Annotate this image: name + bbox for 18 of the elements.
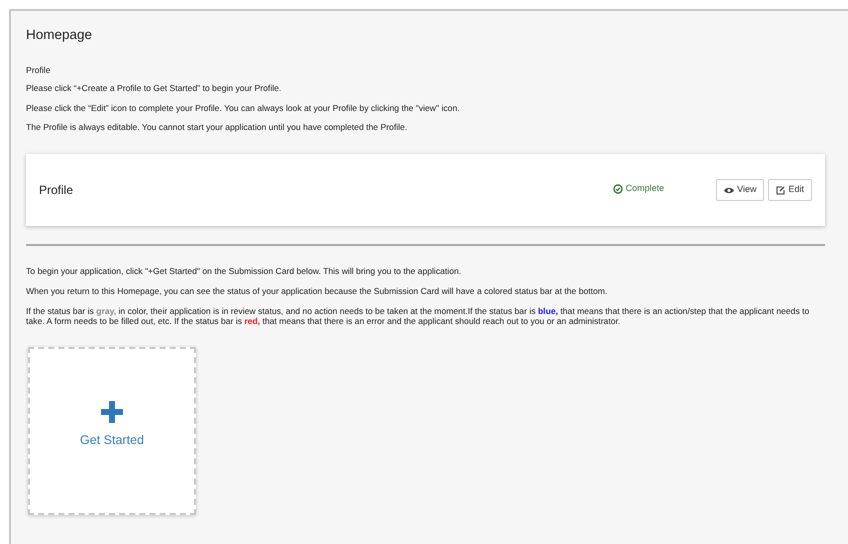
view-button[interactable]: View: [716, 179, 764, 201]
section-heading: Profile: [26, 65, 52, 76]
instruction-text: Please click “+Create a Profile to Get Started” to begin your Profile.: [26, 82, 282, 94]
edit-button[interactable]: Edit: [768, 179, 812, 201]
eye-icon: [724, 186, 734, 194]
instruction-text: When you return to this Homepage, you can see the status of your application because the Submission Card will have a colored status bar at the bottom.: [26, 286, 608, 297]
get-started-card[interactable]: Get Started: [28, 347, 196, 516]
status-text: Complete: [626, 182, 664, 196]
check-circle-icon: [612, 184, 623, 194]
instruction-text: The Profile is always editable. You cannot start your application until you have completed the Profile.: [26, 122, 408, 134]
instruction-text: To begin your application, click "+Get Started" on the Submission Card below. This will bring you to the application.: [26, 266, 462, 277]
edit-icon: [776, 186, 786, 195]
plus-icon: [101, 400, 123, 423]
get-started-label: Get Started: [80, 432, 144, 449]
page-title: Homepage: [26, 26, 94, 44]
instruction-text: If the status bar is gray, in color, their application is in review status, and no action needs to be taken at the moment.If the status bar is blue, that means that there is an action/step that the applicant needs to take. A form needs to be filled out, etc. If the status bar is red, that means that there is an error and the applicant should reach out to you or an administrator.: [26, 306, 810, 328]
instruction-text: Please click the “Edit” icon to complete your Profile. You can always look at your Profile by clicking the "view" icon.: [26, 102, 461, 114]
card-title: Profile: [39, 182, 74, 200]
